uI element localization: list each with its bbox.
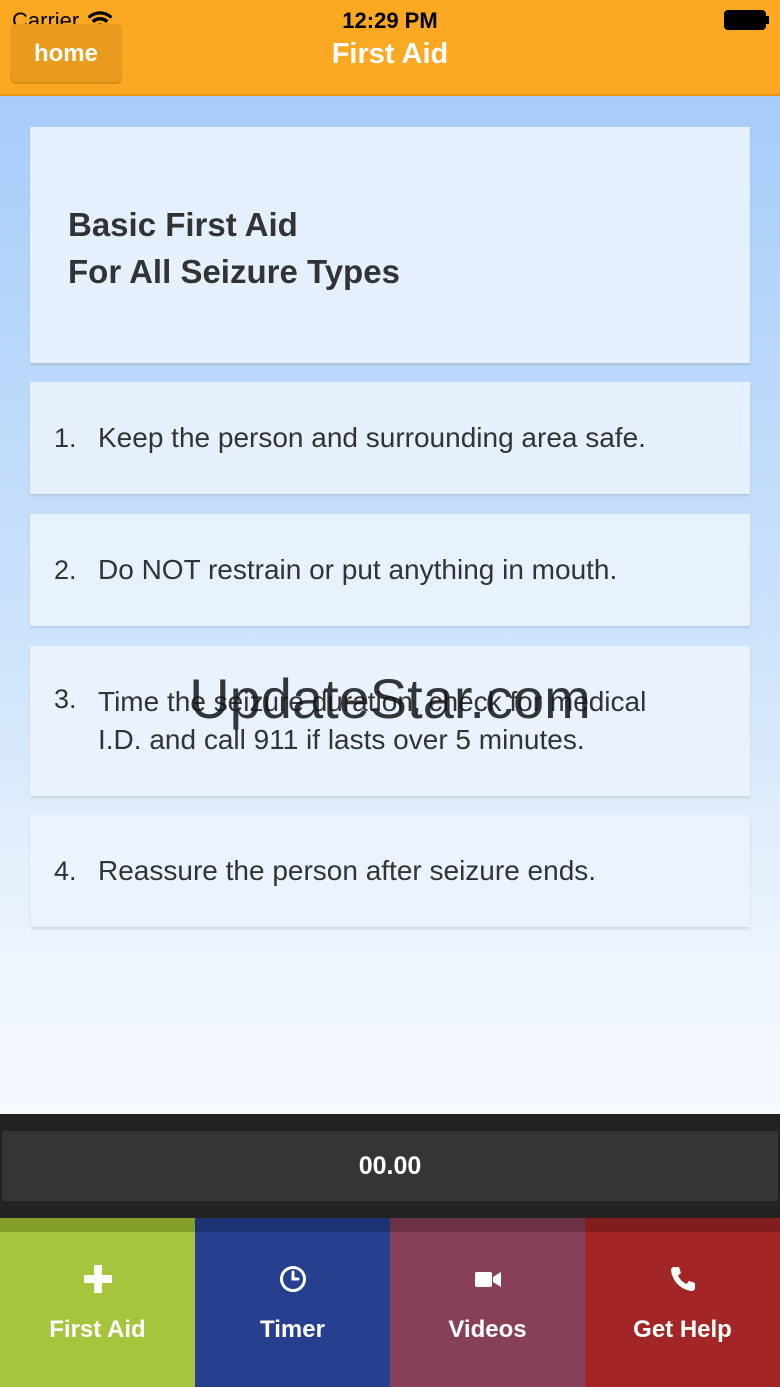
step-number: 1. xyxy=(54,422,77,453)
timer-display[interactable]: 00.00 xyxy=(2,1131,778,1201)
step-number: 3. xyxy=(54,684,77,714)
heading-line-1: Basic First Aid xyxy=(68,206,298,243)
step-text: Keep the person and surrounding area saf… xyxy=(98,422,646,453)
nav-header: Carrier 12:29 PM home First Aid xyxy=(0,0,780,96)
tab-accent-strip xyxy=(195,1218,390,1232)
tab-label: Timer xyxy=(260,1316,325,1343)
tab-videos[interactable]: Videos xyxy=(390,1218,585,1387)
heading-line-2: For All Seizure Types xyxy=(68,253,400,290)
video-camera-icon xyxy=(474,1272,501,1287)
content-area: Basic First Aid For All Seizure Types 1.… xyxy=(0,96,780,1114)
step-text: Reassure the person after seizure ends. xyxy=(98,855,597,886)
step-card-4: 4. Reassure the person after seizure end… xyxy=(30,815,750,927)
tab-accent-strip xyxy=(390,1218,585,1232)
tab-label: Videos xyxy=(448,1316,527,1343)
step-text: Do NOT restrain or put anything in mouth… xyxy=(98,554,618,585)
step-card-2: 2. Do NOT restrain or put anything in mo… xyxy=(30,514,750,626)
tab-label: Get Help xyxy=(633,1316,732,1343)
tab-icon-wrap xyxy=(585,1264,780,1296)
title-card: Basic First Aid For All Seizure Types xyxy=(30,127,750,363)
tab-icon-wrap xyxy=(390,1264,585,1296)
tab-icon-wrap xyxy=(0,1264,195,1296)
plus-icon xyxy=(83,1265,112,1293)
step-text: Time the seizure duration, check for med… xyxy=(98,683,646,759)
tab-bar: First Aid Timer Videos Get Help xyxy=(0,1218,780,1387)
step-number: 4. xyxy=(54,855,77,886)
tab-icon-wrap xyxy=(195,1264,390,1296)
clock-icon xyxy=(279,1266,306,1292)
tab-accent-strip xyxy=(585,1218,780,1232)
phone-icon xyxy=(670,1267,695,1291)
step-text-line-2: I.D. and call 911 if lasts over 5 minute… xyxy=(98,724,585,755)
tab-label: First Aid xyxy=(49,1316,146,1343)
card-heading: Basic First Aid For All Seizure Types xyxy=(68,201,400,295)
step-card-1: 1. Keep the person and surrounding area … xyxy=(30,382,750,494)
timer-bar: 00.00 xyxy=(0,1114,780,1218)
step-text-line-1: Time the seizure duration, check for med… xyxy=(98,686,647,717)
battery-icon xyxy=(724,10,769,30)
tab-first-aid[interactable]: First Aid xyxy=(0,1218,195,1387)
timer-value: 00.00 xyxy=(358,1151,422,1180)
page-title: First Aid xyxy=(331,38,449,70)
tab-get-help[interactable]: Get Help xyxy=(585,1218,780,1387)
tab-accent-strip xyxy=(0,1218,195,1232)
step-card-3: 3. Time the seizure duration, check for … xyxy=(30,646,750,796)
tab-timer[interactable]: Timer xyxy=(195,1218,390,1387)
step-number: 2. xyxy=(54,554,77,585)
